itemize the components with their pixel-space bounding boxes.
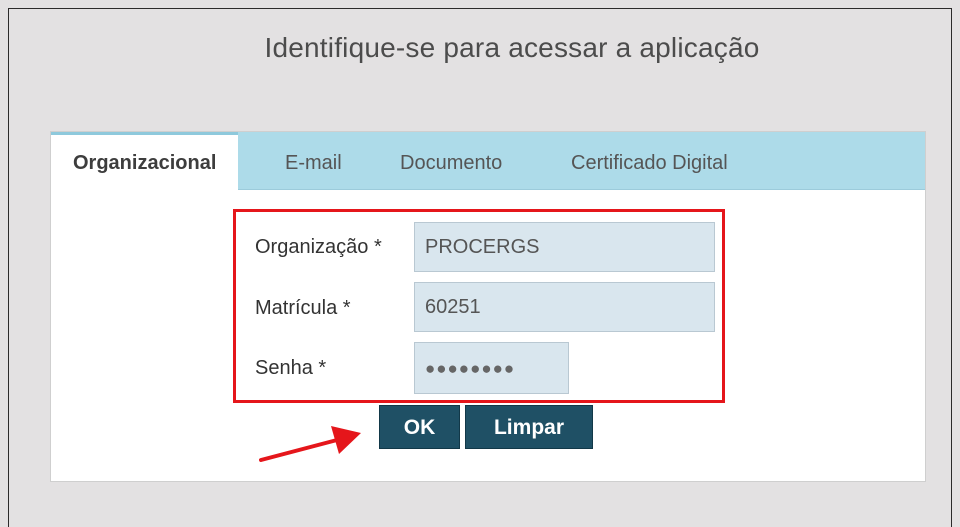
tab-certificado-digital[interactable]: Certificado Digital [571,132,728,190]
page-title: Identifique-se para acessar a aplicação [264,32,760,63]
ok-button[interactable]: OK [379,405,460,449]
tab-organizacional[interactable]: Organizacional [51,132,239,191]
tab-email[interactable]: E-mail [285,132,342,190]
organizacao-input[interactable] [414,222,715,272]
senha-label: Senha * [255,357,327,379]
limpar-button[interactable]: Limpar [465,405,593,449]
tab-documento[interactable]: Documento [400,132,502,190]
arrow-annotation-icon [259,426,361,462]
senha-input[interactable]: ●●●●●●●● [414,342,569,394]
matricula-label: Matrícula * [255,297,351,319]
organizacao-label: Organização * [255,236,382,258]
matricula-input[interactable] [414,282,715,332]
login-card: Organizacional E-mail Documento Certific… [50,131,926,482]
login-tabs: Organizacional E-mail Documento Certific… [51,132,925,191]
